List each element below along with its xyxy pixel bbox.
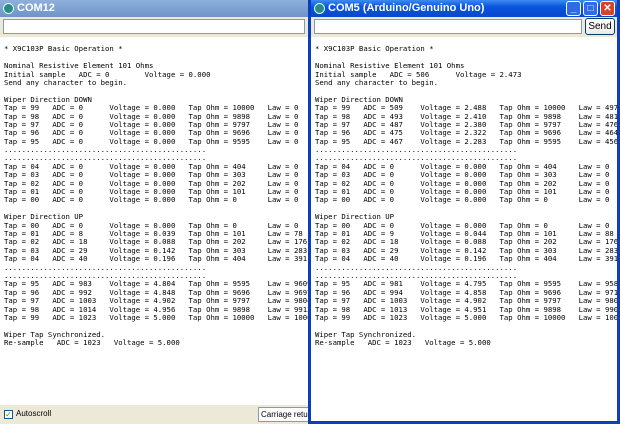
output-line: Re-sample ADC = 1023 Voltage = 5.000	[4, 338, 180, 348]
output-line: Re-sample ADC = 1023 Voltage = 5.000	[315, 338, 491, 348]
autoscroll-label: Autoscroll	[16, 409, 52, 418]
send-input[interactable]	[314, 19, 582, 34]
autoscroll-checkbox[interactable]: ✓	[4, 410, 13, 419]
output-line: Send any character to begin.	[315, 77, 439, 87]
output-line: Tap = 00 ADC = 0 Voltage = 0.000 Tap Ohm…	[315, 195, 610, 205]
line-ending-select[interactable]: Carriage return	[258, 407, 308, 422]
output-line: Tap = 00 ADC = 0 Voltage = 0.000 Tap Ohm…	[4, 195, 299, 205]
output-line: * X9C103P Basic Operation *	[315, 44, 434, 54]
output-line: Tap = 99 ADC = 1023 Voltage = 5.000 Tap …	[315, 312, 617, 322]
serial-output: * X9C103P Basic Operation * Nominal Resis…	[311, 37, 617, 421]
title-bar[interactable]: COM12	[0, 0, 308, 17]
title-bar[interactable]: COM5 (Arduino/Genuino Uno) _ □ ✕	[311, 0, 617, 17]
output-line: Tap = 99 ADC = 1023 Voltage = 5.000 Tap …	[4, 312, 308, 322]
send-input[interactable]	[3, 19, 305, 34]
send-button[interactable]: Send	[585, 18, 615, 35]
window-title: COM12	[17, 2, 55, 14]
arduino-icon	[314, 3, 325, 14]
serial-monitor-com5: COM5 (Arduino/Genuino Uno) _ □ ✕ Send * …	[308, 0, 620, 424]
close-icon[interactable]: ✕	[600, 1, 615, 16]
serial-output: * X9C103P Basic Operation * Nominal Resis…	[0, 37, 308, 405]
output-line: Send any character to begin.	[4, 77, 128, 87]
arduino-icon	[3, 3, 14, 14]
status-bar: ✓ Autoscroll Carriage return	[0, 405, 308, 424]
output-line: * X9C103P Basic Operation *	[4, 44, 123, 54]
send-row: Send	[311, 17, 617, 37]
send-row	[0, 17, 308, 37]
serial-monitor-com12: COM12 * X9C103P Basic Operation * Nominal…	[0, 0, 308, 424]
window-title: COM5 (Arduino/Genuino Uno)	[328, 2, 485, 14]
maximize-icon[interactable]: □	[583, 1, 598, 16]
minimize-icon[interactable]: _	[566, 1, 581, 16]
